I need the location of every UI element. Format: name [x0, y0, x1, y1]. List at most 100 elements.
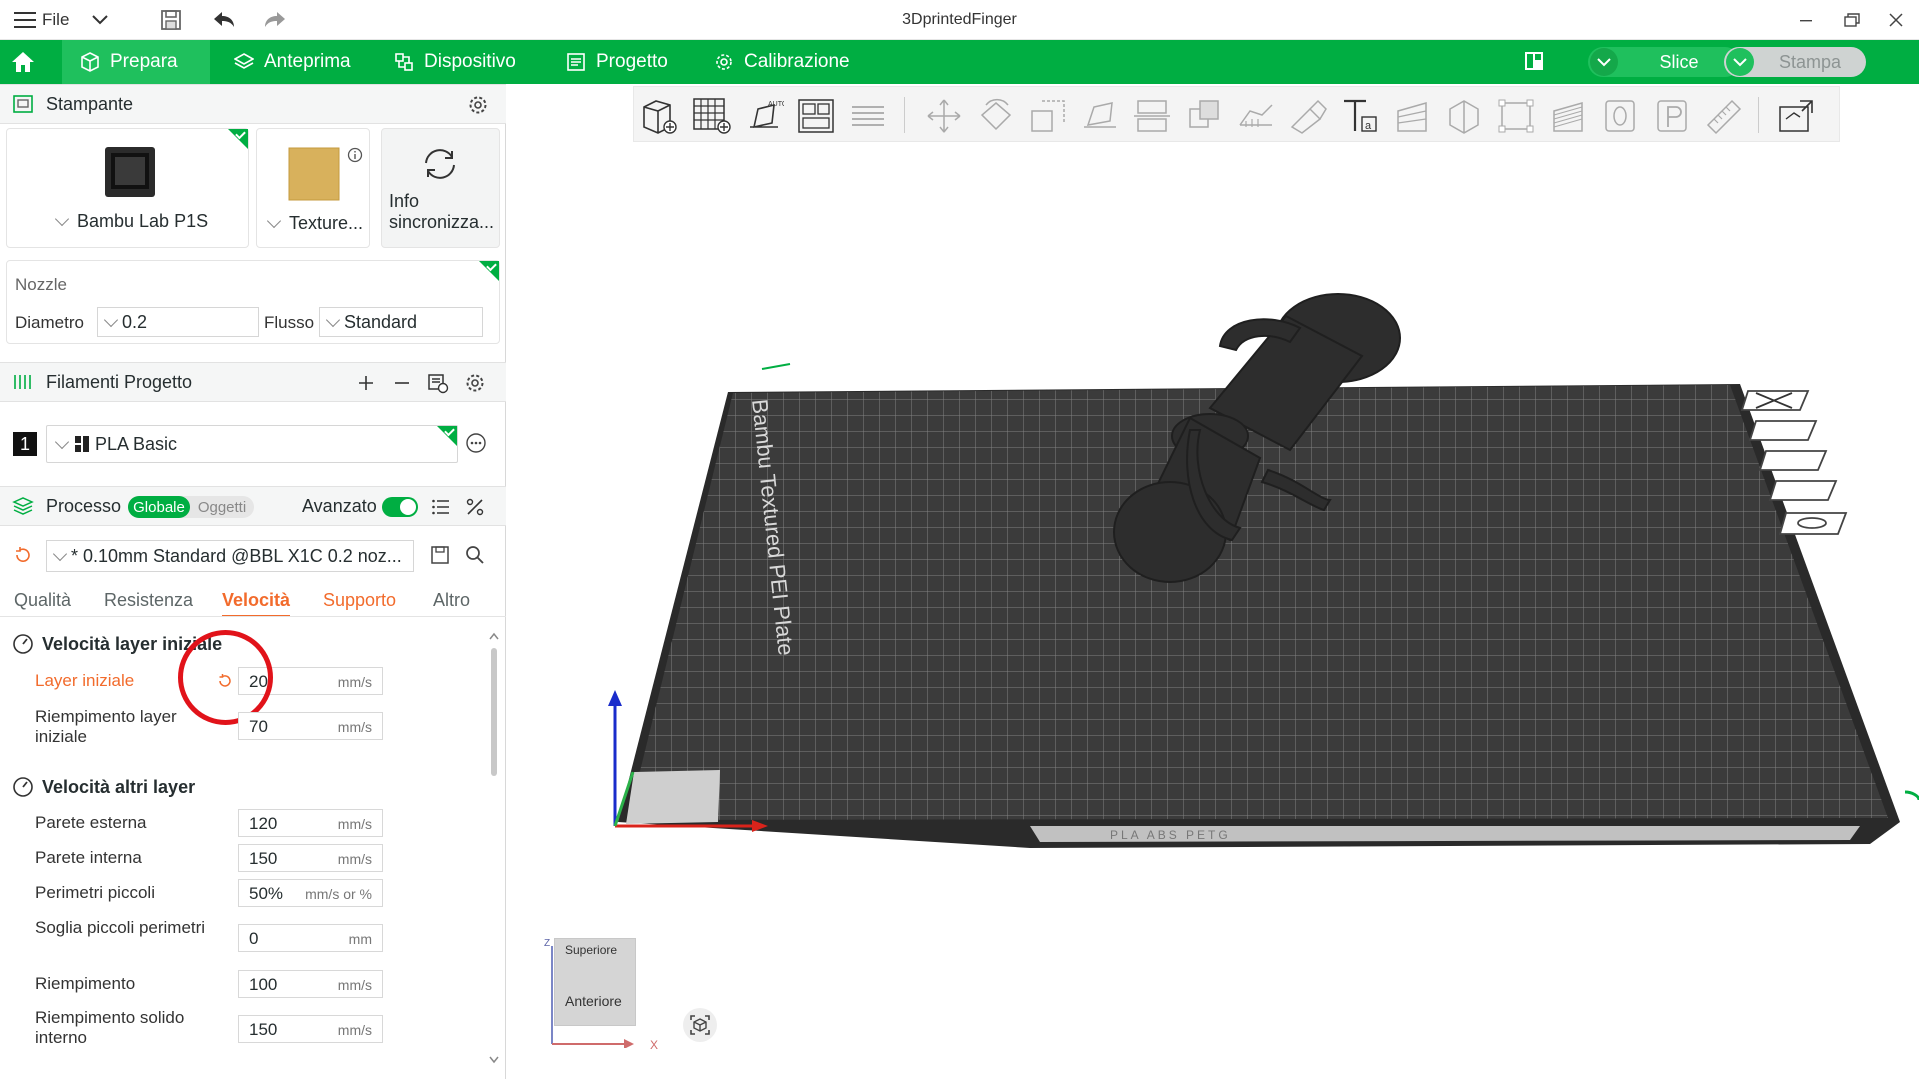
minimize-icon[interactable]	[1798, 0, 1814, 40]
printer-section-title: Stampante	[46, 93, 134, 114]
assembly-view-icon[interactable]	[1774, 95, 1818, 137]
print-button[interactable]: Stampa	[1724, 47, 1866, 77]
tab-calibrazione[interactable]: Calibrazione	[696, 40, 868, 84]
3d-viewport[interactable]: Bambu Textured PEI Plate PLA ABS PETG Su…	[507, 84, 1919, 1079]
diameter-select[interactable]: 0.2	[97, 307, 259, 337]
slice-button[interactable]: Slice	[1588, 47, 1740, 77]
param-label-small-perimeters: Perimetri piccoli	[35, 883, 155, 902]
file-dropdown-icon[interactable]	[92, 0, 108, 40]
param-label-internal-solid-infill: Riempimento solido interno	[35, 1008, 185, 1047]
tab-dispositivo-label: Dispositivo	[424, 51, 516, 72]
scroll-up-icon[interactable]	[489, 632, 499, 640]
param-input-small-perimeter-threshold[interactable]: 0 mm	[238, 924, 383, 952]
tab-prepara[interactable]: Prepara	[62, 40, 210, 84]
slice-label: Slice	[1659, 51, 1699, 72]
compare-icon[interactable]	[465, 497, 485, 517]
advanced-toggle[interactable]	[382, 497, 418, 517]
printer-settings-icon[interactable]	[468, 95, 488, 115]
redo-icon[interactable]	[263, 0, 287, 40]
tab-dispositivo[interactable]: Dispositivo	[376, 40, 534, 84]
scope-global[interactable]: Globale	[128, 496, 190, 518]
auto-orient-icon[interactable]: AUTO	[742, 95, 786, 137]
filament-select[interactable]: PLA Basic	[46, 425, 458, 463]
printer-model-icon	[105, 147, 155, 197]
reset-icon[interactable]	[14, 546, 32, 564]
tab-altro[interactable]: Altro	[433, 590, 470, 611]
tab-velocita[interactable]: Velocità	[222, 590, 291, 617]
chevron-down-icon	[54, 211, 70, 227]
lay-on-face-icon[interactable]	[1078, 95, 1122, 137]
tab-resistenza[interactable]: Resistenza	[104, 590, 193, 611]
scroll-down-icon[interactable]	[489, 1056, 499, 1064]
process-preset-select[interactable]: * 0.10mm Standard @BBL X1C 0.2 noz...	[46, 540, 414, 572]
tab-supporto[interactable]: Supporto	[323, 590, 396, 611]
plate-name: Texture...	[289, 213, 364, 233]
mesh-boolean-icon[interactable]	[1442, 95, 1486, 137]
p-icon[interactable]	[1650, 95, 1694, 137]
camera-reset-button[interactable]	[683, 1008, 717, 1042]
tab-progetto[interactable]: Progetto	[548, 40, 686, 84]
undo-icon[interactable]	[212, 0, 236, 40]
param-input-initial-infill[interactable]: 70 mm/s	[238, 712, 383, 740]
scale-icon[interactable]	[1026, 95, 1070, 137]
svg-text:AUTO: AUTO	[768, 101, 784, 108]
file-menu[interactable]: File	[14, 0, 69, 40]
rotate-icon[interactable]	[974, 95, 1018, 137]
save-preset-icon[interactable]	[430, 545, 450, 565]
ruler-icon[interactable]	[1702, 95, 1746, 137]
speedometer-icon	[13, 634, 33, 654]
settings-scrollbar[interactable]	[489, 632, 499, 1064]
printer-card[interactable]: Bambu Lab P1S	[6, 128, 249, 248]
close-icon[interactable]	[1888, 0, 1904, 40]
param-value: 70	[249, 717, 268, 736]
tab-anteprima[interactable]: Anteprima	[216, 40, 369, 84]
slice-dropdown-icon[interactable]	[1590, 48, 1618, 76]
param-input-infill[interactable]: 100 mm/s	[238, 970, 383, 998]
text-icon[interactable]: a	[1338, 95, 1382, 137]
param-value: 150	[249, 1020, 278, 1039]
filament-settings-icon[interactable]	[465, 373, 485, 393]
restore-icon[interactable]	[1843, 0, 1861, 40]
home-button[interactable]	[0, 40, 46, 84]
flow-value: Standard	[344, 311, 418, 332]
seam-paint-icon[interactable]	[1286, 95, 1330, 137]
svg-text:a: a	[1365, 120, 1372, 132]
filament-index-badge[interactable]: 1	[13, 432, 37, 456]
scope-objects[interactable]: Oggetti	[190, 496, 254, 518]
fuzzy-skin-icon[interactable]	[1546, 95, 1590, 137]
variable-layer-icon[interactable]	[1390, 95, 1434, 137]
more-options-icon[interactable]	[465, 432, 487, 454]
list-icon[interactable]	[431, 497, 451, 517]
boolean-icon[interactable]	[1182, 95, 1226, 137]
scroll-thumb[interactable]	[491, 648, 497, 776]
print-dropdown-icon[interactable]	[1726, 48, 1754, 76]
scope-toggle[interactable]: Globale Oggetti	[128, 496, 254, 518]
remove-icon[interactable]	[393, 374, 411, 392]
add-icon[interactable]	[357, 374, 375, 392]
sync-info-button[interactable]: Info sincronizza...	[381, 128, 500, 248]
plate-layout-icon[interactable]	[1524, 51, 1544, 76]
param-input-small-perimeters[interactable]: 50% mm/s or %	[238, 879, 383, 907]
plate-card[interactable]: Texture...	[256, 128, 370, 248]
zero-icon[interactable]	[1598, 95, 1642, 137]
add-plate-icon[interactable]	[690, 95, 734, 137]
param-input-outer-wall[interactable]: 120 mm/s	[238, 809, 383, 837]
split-layers-icon[interactable]	[846, 95, 890, 137]
tab-qualita[interactable]: Qualità	[14, 590, 71, 611]
search-icon[interactable]	[465, 545, 485, 565]
add-object-icon[interactable]	[638, 95, 682, 137]
filament-sync-icon[interactable]	[427, 372, 449, 394]
measure-box-icon[interactable]	[1494, 95, 1538, 137]
flow-select[interactable]: Standard	[319, 307, 483, 337]
support-paint-icon[interactable]	[1234, 95, 1278, 137]
filaments-section-header: Filamenti Progetto	[0, 362, 506, 402]
save-icon[interactable]	[160, 0, 182, 40]
param-input-inner-wall[interactable]: 150 mm/s	[238, 844, 383, 872]
param-input-internal-solid-infill[interactable]: 150 mm/s	[238, 1015, 383, 1043]
cut-icon[interactable]	[1130, 95, 1174, 137]
arrange-icon[interactable]	[794, 95, 838, 137]
chevron-down-icon	[52, 546, 68, 561]
info-icon[interactable]	[347, 147, 363, 163]
tab-prepara-label: Prepara	[110, 51, 178, 72]
move-icon[interactable]	[922, 95, 966, 137]
